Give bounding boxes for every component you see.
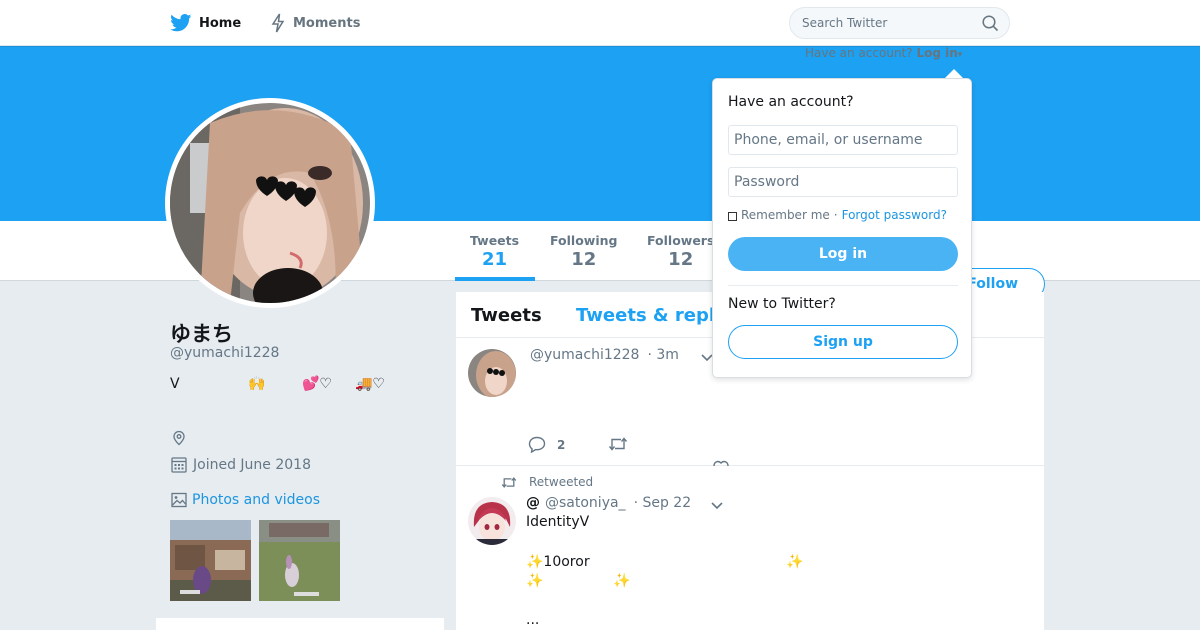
caret-down-icon: ▾: [957, 50, 963, 60]
active-tab-underline: [455, 277, 535, 281]
tab-tweets[interactable]: Tweets: [471, 305, 542, 326]
forgot-password-link[interactable]: Forgot password?: [842, 208, 947, 222]
stat-label: Following: [550, 233, 618, 248]
retweet-icon: [608, 437, 628, 451]
image-icon: [171, 492, 187, 508]
remember-me-label[interactable]: Remember me: [741, 208, 830, 222]
bio-emoji: 🙌: [248, 376, 266, 392]
tweet-text-line: IdentityV: [526, 514, 590, 530]
stat-following[interactable]: Following 12: [550, 233, 617, 270]
calendar-icon: [171, 457, 187, 473]
location-icon: [171, 430, 187, 450]
tweet-text-line: ✨: [526, 573, 544, 589]
profile-avatar[interactable]: [165, 98, 375, 308]
search-icon[interactable]: [982, 15, 999, 32]
tweet-text-line: ✨10oror: [526, 554, 590, 570]
profile-bio: V 🙌 💕♡ 🚚♡: [170, 376, 450, 396]
stat-value: 21: [482, 249, 508, 270]
login-dropdown: Have an account? Remember me · Forgot pa…: [712, 78, 972, 378]
top-navigation-bar: Home Moments: [0, 0, 1200, 46]
joined-date: Joined June 2018: [171, 456, 311, 473]
left-sidebar-card: [156, 618, 444, 630]
chevron-down-icon[interactable]: [710, 500, 724, 510]
tweet-text-line: ✨: [613, 573, 631, 589]
login-hint-link[interactable]: Log in: [916, 46, 957, 60]
tweet-header: @ @satoniya_ · Sep 22: [526, 495, 691, 511]
retweeted-label: Retweeted: [529, 475, 594, 489]
joined-label: Joined June 2018: [193, 456, 311, 473]
dropdown-caret: [945, 69, 963, 78]
lightning-bolt-icon: [271, 13, 285, 33]
stat-tweets[interactable]: Tweets 21: [470, 233, 519, 270]
new-to-twitter-label: New to Twitter?: [728, 296, 836, 312]
photos-link-label: Photos and videos: [192, 492, 321, 508]
retweet-icon: [501, 476, 517, 488]
nav-moments[interactable]: Moments: [270, 0, 360, 46]
bio-text: V: [170, 376, 180, 392]
remember-me-row: Remember me · Forgot password?: [728, 208, 947, 222]
retweet-context: Retweeted: [501, 475, 593, 489]
reply-icon: [528, 436, 546, 453]
remember-me-checkbox[interactable]: [728, 211, 737, 221]
bio-emoji: 🚚♡: [355, 376, 385, 392]
profile-handle[interactable]: @yumachi1228: [170, 345, 279, 361]
tweet-handle[interactable]: @yumachi1228: [530, 347, 639, 363]
photos-and-videos-link[interactable]: Photos and videos: [171, 492, 320, 508]
search-input[interactable]: [790, 8, 980, 38]
profile-name: ゆまち: [170, 322, 233, 346]
username-field[interactable]: [728, 125, 958, 155]
tweet-handle[interactable]: @satoniya_: [545, 495, 626, 511]
tweet-text-line: ✨: [786, 554, 804, 570]
separator-dot: ·: [833, 208, 838, 222]
media-thumbnail[interactable]: [170, 520, 251, 601]
tweet[interactable]: Retweeted @ @satoniya_ · Sep 22 Identity…: [456, 466, 1044, 630]
tweet-avatar[interactable]: [468, 497, 516, 545]
stat-value: 12: [571, 249, 597, 270]
tweet-text-line: ...: [526, 612, 540, 628]
nav-home[interactable]: Home: [170, 0, 241, 46]
stat-followers[interactable]: Followers 12: [647, 233, 714, 270]
login-hint: Have an account? Log in▾: [805, 46, 962, 60]
tweet-avatar[interactable]: [468, 349, 516, 397]
tweet-time[interactable]: · Sep 22: [634, 495, 692, 511]
tweet-header: @yumachi1228 · 3m: [530, 347, 679, 363]
bio-emoji: 💕♡: [302, 376, 332, 392]
login-dropdown-title: Have an account?: [728, 94, 854, 110]
divider: [728, 285, 958, 286]
password-field[interactable]: [728, 167, 958, 197]
login-button[interactable]: Log in: [728, 237, 958, 271]
tweet-time[interactable]: · 3m: [647, 347, 678, 363]
signup-button[interactable]: Sign up: [728, 325, 958, 359]
reply-count: 2: [557, 437, 566, 452]
twitter-bird-icon: [170, 14, 192, 32]
stat-value: 12: [668, 249, 694, 270]
reply-action[interactable]: 2: [528, 436, 565, 453]
search-box: [789, 7, 1010, 39]
stat-label: Followers: [647, 233, 715, 248]
nav-home-label: Home: [199, 15, 242, 31]
login-hint-text: Have an account?: [805, 46, 913, 60]
retweet-action[interactable]: [608, 436, 628, 452]
stat-label: Tweets: [470, 233, 520, 248]
nav-moments-label: Moments: [293, 15, 361, 31]
media-thumbnail[interactable]: [259, 520, 340, 601]
tweet-author-name[interactable]: @: [526, 495, 540, 511]
avatar-image: [170, 103, 370, 303]
